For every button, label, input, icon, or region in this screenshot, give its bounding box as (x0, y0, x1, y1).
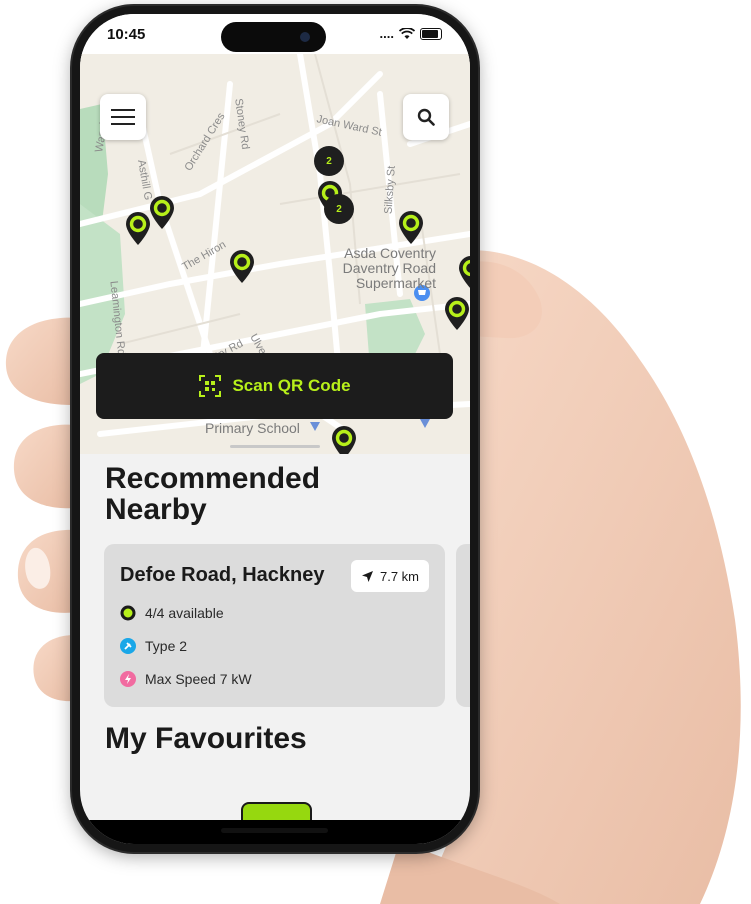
dynamic-island (221, 22, 326, 52)
speed-text: Max Speed 7 kW (145, 671, 252, 687)
connector-row: Type 2 (120, 638, 187, 654)
charger-pin[interactable] (444, 297, 470, 331)
map-label-asda: Asda Coventry Daventry Road Supermarket (342, 245, 436, 291)
availability-row: 4/4 available (120, 605, 224, 621)
scan-qr-label: Scan QR Code (232, 376, 351, 395)
charger-cluster[interactable]: 2 (324, 194, 354, 224)
status-icons: .... (380, 26, 442, 41)
phone-screen: 10:45 .... Joan Ward St Stoney Rd Orchar… (80, 14, 470, 844)
connector-text: Type 2 (145, 638, 188, 654)
map-label-primary-school: Primary School (205, 420, 300, 436)
charger-pin[interactable] (125, 212, 151, 246)
availability-dot-icon (120, 605, 136, 621)
search-icon (417, 108, 435, 126)
station-name: Defoe Road, Hackney (120, 564, 325, 586)
recommended-title: Recommended Nearby (105, 462, 321, 526)
sheet-drag-handle[interactable] (230, 445, 320, 448)
charger-pin[interactable] (229, 250, 255, 284)
wifi-icon (399, 27, 415, 39)
charger-pin[interactable] (149, 196, 175, 230)
favourites-title: My Favourites (105, 722, 307, 755)
station-card-next[interactable] (456, 544, 470, 707)
hamburger-menu-icon (111, 109, 135, 125)
battery-icon (420, 27, 442, 40)
navigation-arrow-icon (361, 570, 373, 582)
search-button[interactable] (403, 94, 449, 140)
camera-icon (300, 32, 310, 42)
speed-row: Max Speed 7 kW (120, 671, 252, 687)
distance-value: 7.7 km (379, 568, 419, 584)
distance-badge[interactable]: 7.7 km (351, 560, 429, 592)
status-bar: 10:45 .... (80, 14, 470, 54)
qr-scan-icon (199, 375, 222, 397)
charger-pin[interactable] (398, 211, 424, 245)
charger-pin[interactable] (458, 256, 470, 290)
station-card[interactable]: Defoe Road, Hackney 7.7 km 4/4 available… (104, 544, 445, 707)
lightning-icon (120, 671, 136, 687)
signal-icon: .... (379, 26, 394, 41)
menu-button[interactable] (100, 94, 146, 140)
status-time: 10:45 (107, 26, 146, 43)
connector-plug-icon (120, 638, 136, 654)
home-indicator[interactable] (221, 828, 328, 833)
charger-cluster[interactable]: 2 (314, 146, 344, 176)
scan-qr-button[interactable]: Scan QR Code (96, 353, 453, 419)
availability-text: 4/4 available (145, 605, 224, 621)
charger-pin[interactable] (331, 426, 357, 454)
